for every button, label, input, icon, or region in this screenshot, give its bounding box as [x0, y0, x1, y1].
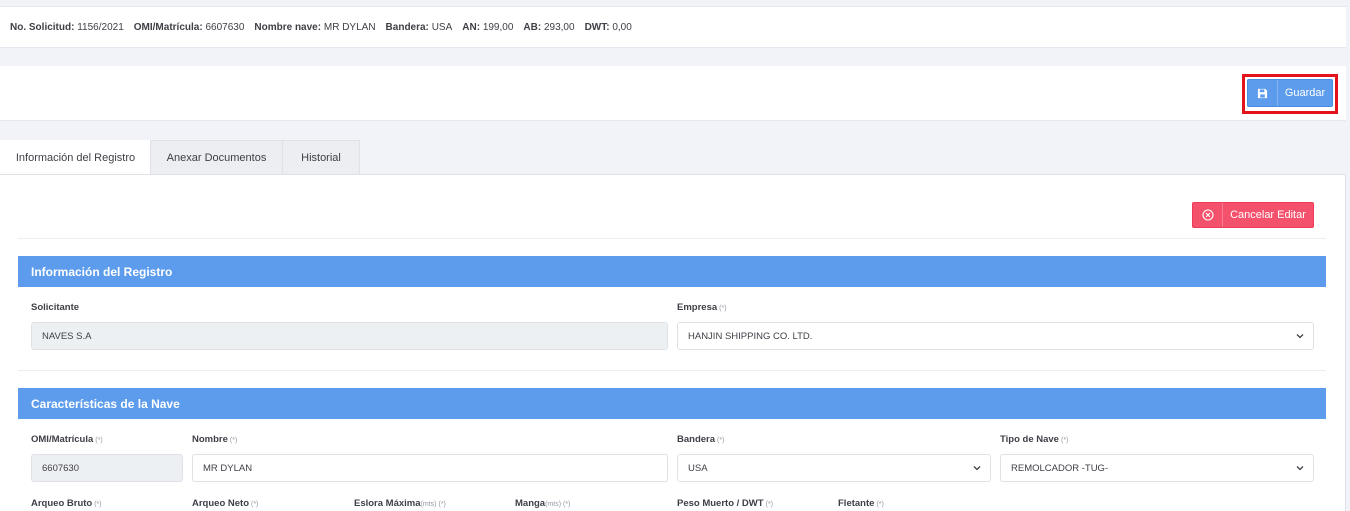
bandera-select[interactable]: USA — [677, 454, 991, 482]
chevron-down-icon — [973, 466, 981, 471]
tipo-nave-label: Tipo de Nave (*) — [1000, 434, 1069, 445]
summary-omi: OMI/Matrícula: 6607630 — [133, 21, 245, 33]
chevron-down-icon — [1296, 334, 1304, 339]
omi-label: OMI/Matrícula (*) — [31, 434, 103, 445]
tipo-nave-select[interactable]: REMOLCADOR -TUG- — [1000, 454, 1314, 482]
tab-informacion-registro[interactable]: Información del Registro — [0, 140, 151, 175]
arqueo-bruto-label: Arqueo Bruto (*) — [31, 498, 102, 509]
nombre-input[interactable]: MR DYLAN — [192, 454, 668, 482]
divider — [18, 370, 1326, 371]
bandera-label: Bandera (*) — [677, 434, 725, 445]
empresa-label: Empresa (*) — [677, 302, 727, 313]
save-button-label: Guardar — [1284, 87, 1326, 99]
save-button[interactable]: Guardar — [1247, 79, 1333, 107]
manga-label: Manga(mts) (*) — [515, 498, 571, 509]
summary-solicitud: No. Solicitud: 1156/2021 — [10, 21, 124, 33]
omi-field: 6607630 — [31, 454, 183, 482]
summary-nave: Nombre nave: MR DYLAN — [254, 21, 376, 33]
section-header-registro: Información del Registro — [18, 256, 1326, 287]
summary-bandera: Bandera: USA — [385, 21, 453, 33]
summary-ab: AB: 293,00 — [523, 21, 575, 33]
vessel-summary-bar: No. Solicitud: 1156/2021 OMI/Matrícula: … — [0, 6, 1346, 48]
chevron-down-icon — [1296, 466, 1304, 471]
cancel-edit-label: Cancelar Editar — [1230, 209, 1306, 221]
fletante-label: Fletante (*) — [838, 498, 884, 509]
floppy-disk-icon — [1248, 80, 1278, 106]
summary-an: AN: 199,00 — [462, 21, 514, 33]
solicitante-label: Solicitante — [31, 302, 80, 313]
peso-muerto-label: Peso Muerto / DWT (*) — [677, 498, 773, 509]
solicitante-field: NAVES S.A — [31, 322, 668, 350]
eslora-label: Eslora Máxima(mts) (*) — [354, 498, 446, 509]
tab-bar: Información del Registro Anexar Document… — [0, 140, 360, 175]
arqueo-neto-label: Arqueo Neto (*) — [192, 498, 259, 509]
cancel-circle-icon — [1193, 203, 1223, 227]
summary-dwt: DWT: 0,00 — [584, 21, 632, 33]
tab-anexar-documentos[interactable]: Anexar Documentos — [150, 140, 283, 175]
nombre-label: Nombre (*) — [192, 434, 238, 445]
tab-historial[interactable]: Historial — [282, 140, 360, 175]
empresa-select[interactable]: HANJIN SHIPPING CO. LTD. — [677, 322, 1314, 350]
action-bar — [0, 66, 1346, 121]
section-header-nave: Características de la Nave — [18, 388, 1326, 419]
divider — [18, 238, 1326, 239]
cancel-edit-button[interactable]: Cancelar Editar — [1192, 202, 1314, 228]
